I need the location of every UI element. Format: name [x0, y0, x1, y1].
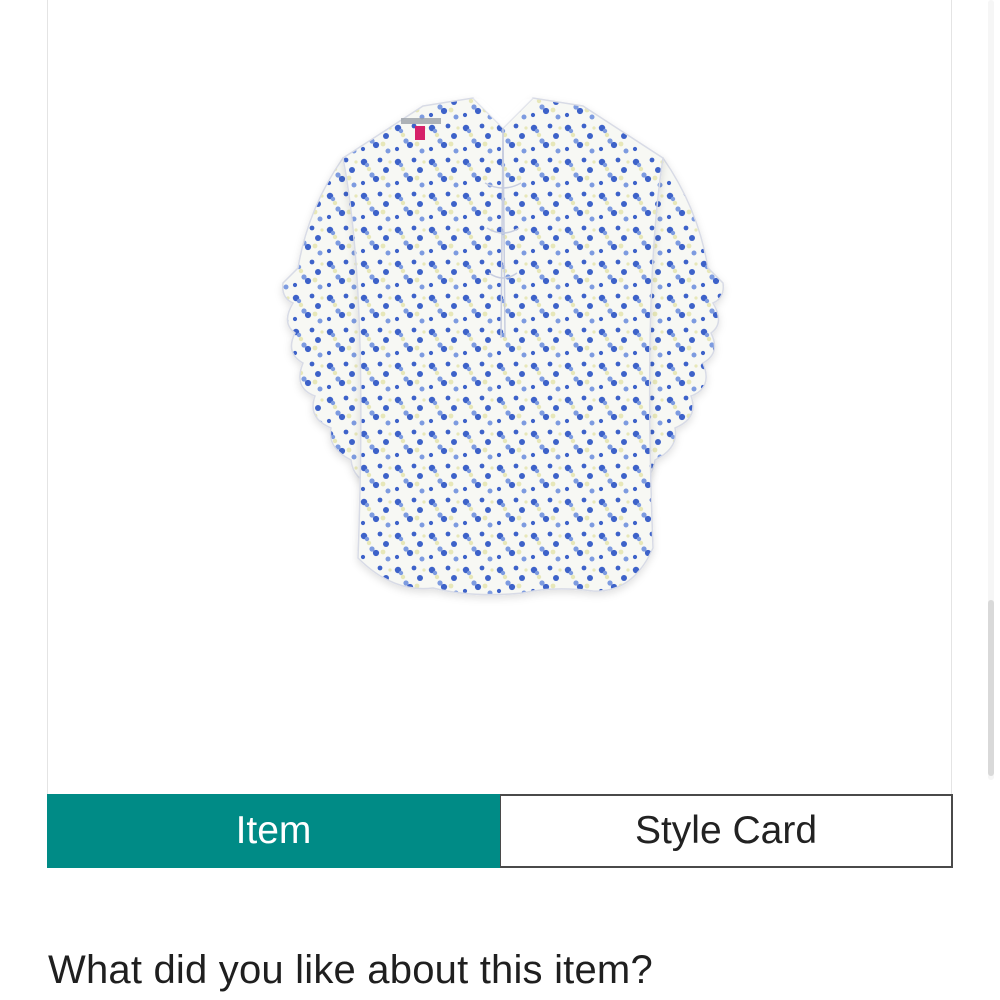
hang-tag-icon — [415, 126, 425, 140]
feedback-question: What did you like about this item? — [48, 948, 653, 992]
product-image-card — [47, 0, 952, 794]
view-toggle-tabs: Item Style Card — [47, 794, 953, 868]
tab-item-label: Item — [235, 809, 312, 852]
feedback-screen: Item Style Card What did you like about … — [0, 0, 1000, 1000]
tab-item[interactable]: Item — [47, 794, 500, 868]
scrollbar[interactable] — [988, 0, 994, 780]
tab-style-card[interactable]: Style Card — [500, 794, 953, 868]
scrollbar-thumb[interactable] — [988, 600, 994, 776]
tab-style-card-label: Style Card — [634, 809, 818, 852]
product-image — [281, 97, 725, 596]
